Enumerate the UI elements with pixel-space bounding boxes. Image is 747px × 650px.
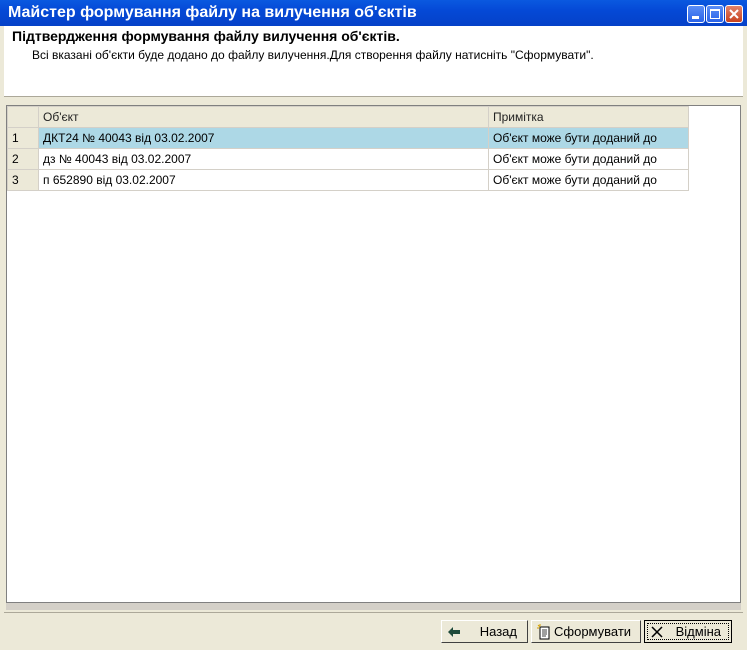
- note-cell[interactable]: Об'єкт може бути доданий до: [488, 169, 689, 191]
- row-number: 2: [7, 148, 39, 170]
- generate-button-label: Сформувати: [554, 624, 632, 639]
- close-x-icon: [651, 625, 663, 638]
- wizard-window: Майстер формування файлу на вилучення об…: [0, 0, 747, 650]
- grid-scroll-strip[interactable]: [6, 603, 741, 610]
- table-row[interactable]: 1 ДКТ24 № 40043 від 03.02.2007 Об'єкт мо…: [7, 127, 689, 149]
- note-cell[interactable]: Об'єкт може бути доданий до: [488, 127, 689, 149]
- table-row[interactable]: 2 дз № 40043 від 03.02.2007 Об'єкт може …: [7, 148, 689, 170]
- object-cell[interactable]: ДКТ24 № 40043 від 03.02.2007: [38, 127, 489, 149]
- maximize-button[interactable]: [706, 5, 724, 23]
- cancel-button[interactable]: Відміна: [644, 620, 732, 643]
- window-title: Майстер формування файлу на вилучення об…: [8, 4, 417, 21]
- step-description: Всі вказані об'єкти буде додано до файлу…: [32, 48, 594, 62]
- document-new-icon: [537, 623, 550, 639]
- objects-grid[interactable]: Об'єкт Примітка 1 ДКТ24 № 40043 від 03.0…: [6, 105, 741, 603]
- row-number: 1: [7, 127, 39, 149]
- back-button[interactable]: Назад: [441, 620, 528, 643]
- cancel-button-label: Відміна: [675, 624, 721, 639]
- close-button[interactable]: [725, 5, 743, 23]
- minimize-button[interactable]: [687, 5, 705, 23]
- arrow-left-icon: [448, 626, 460, 637]
- header-panel: Підтвердження формування файлу вилучення…: [4, 26, 743, 97]
- row-number: 3: [7, 169, 39, 191]
- title-bar[interactable]: Майстер формування файлу на вилучення об…: [0, 0, 747, 26]
- note-cell[interactable]: Об'єкт може бути доданий до: [488, 148, 689, 170]
- step-title: Підтвердження формування файлу вилучення…: [12, 28, 400, 44]
- column-header-num[interactable]: [7, 106, 39, 128]
- column-header-object[interactable]: Об'єкт: [38, 106, 489, 128]
- generate-button[interactable]: Сформувати: [531, 620, 641, 643]
- objects-table: Об'єкт Примітка 1 ДКТ24 № 40043 від 03.0…: [7, 106, 689, 191]
- column-header-note[interactable]: Примітка: [488, 106, 689, 128]
- maximize-icon: [710, 9, 720, 19]
- close-icon: [729, 9, 739, 19]
- button-bar: Назад Сформувати Відміна: [4, 612, 743, 647]
- minimize-icon: [692, 16, 699, 19]
- table-row[interactable]: 3 п 652890 від 03.02.2007 Об'єкт може бу…: [7, 169, 689, 191]
- back-button-label: Назад: [479, 624, 517, 639]
- table-header-row: Об'єкт Примітка: [7, 106, 689, 128]
- object-cell[interactable]: п 652890 від 03.02.2007: [38, 169, 489, 191]
- object-cell[interactable]: дз № 40043 від 03.02.2007: [38, 148, 489, 170]
